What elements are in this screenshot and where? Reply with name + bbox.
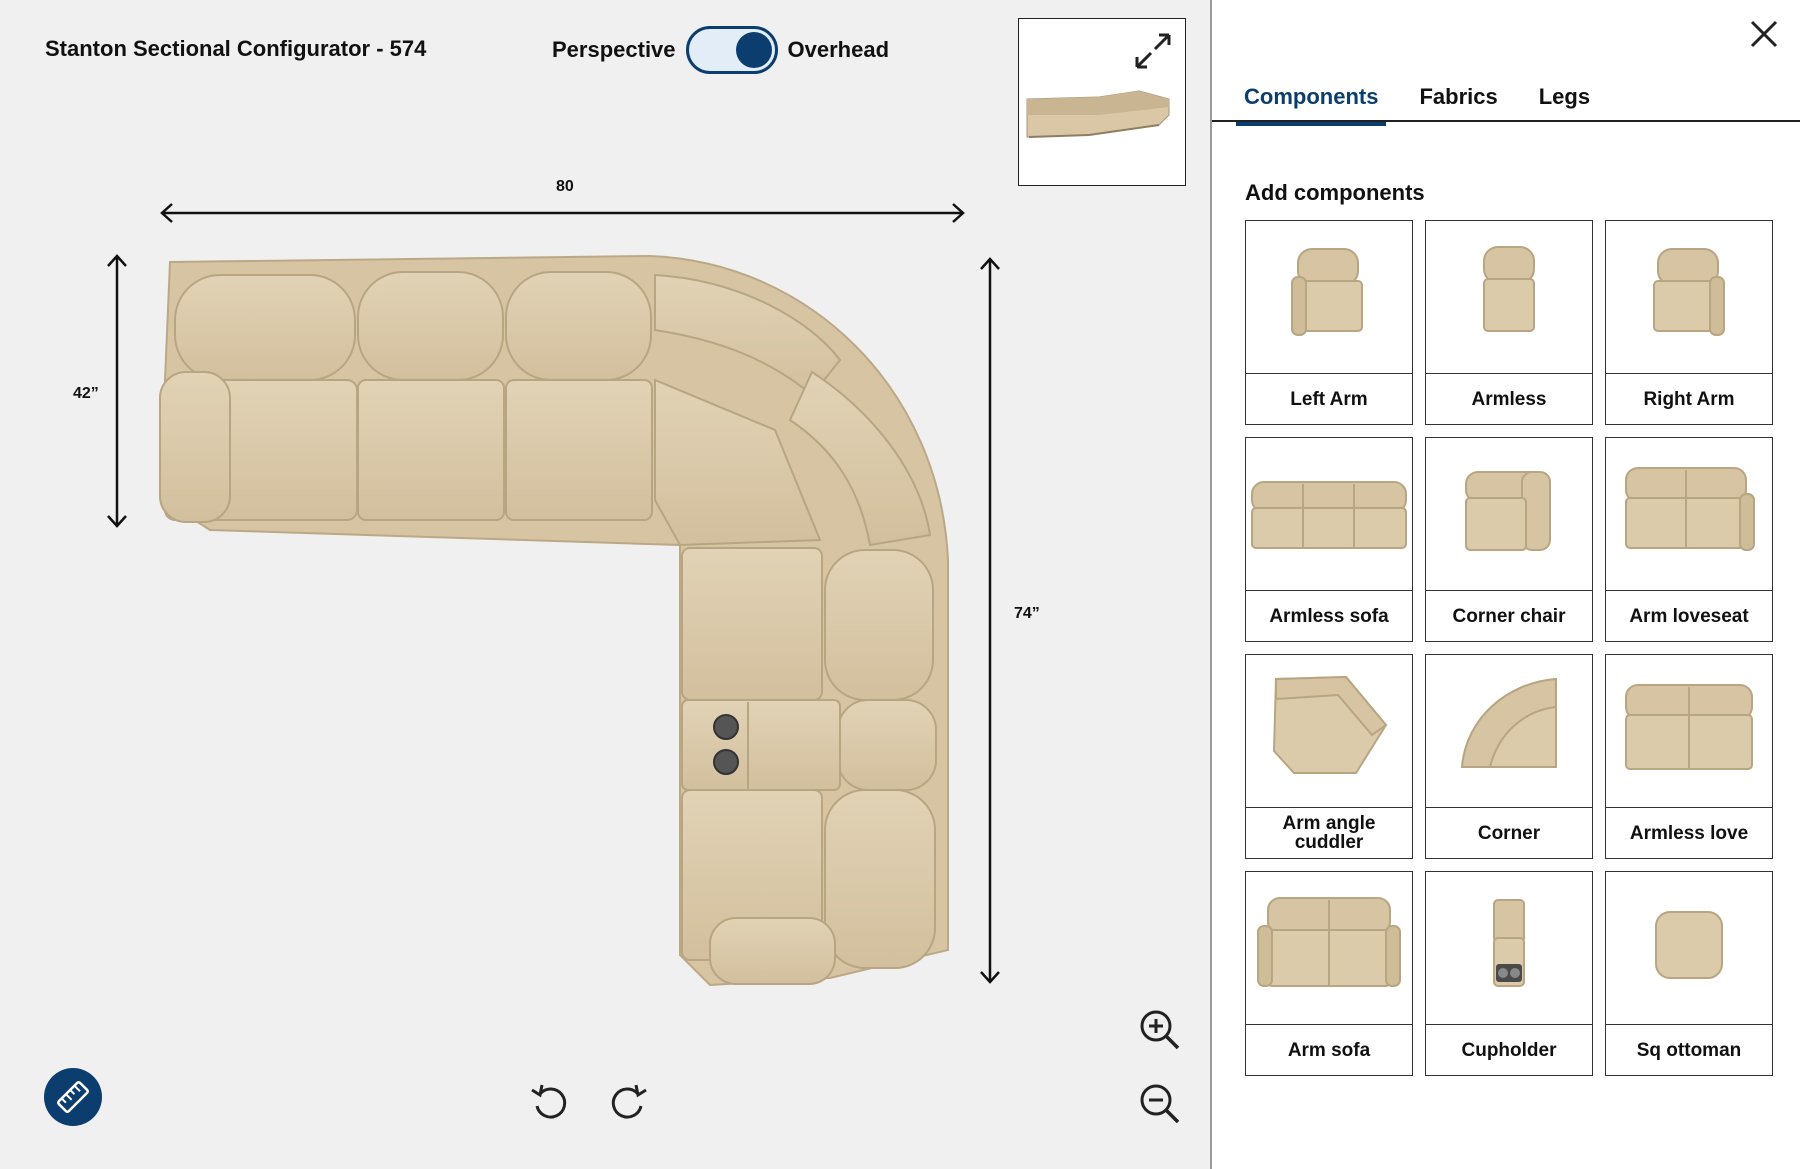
measure-button[interactable] [44,1068,102,1126]
rotate-ccw-icon[interactable] [528,1080,572,1124]
component-label: Corner chair [1452,605,1566,627]
component-card-right-arm[interactable]: Right Arm [1605,220,1773,425]
component-grid: Left Arm Armless Right Arm Armless sofa … [1245,220,1773,1076]
component-card-corner-chair[interactable]: Corner chair [1425,437,1593,642]
component-image [1246,872,1412,1025]
component-label: Arm angle cuddler [1282,813,1376,853]
section-title: Add components [1245,180,1425,205]
component-card-arm-loveseat[interactable]: Arm loveseat [1605,437,1773,642]
component-image [1606,221,1772,374]
component-label: Cupholder [1461,1039,1557,1061]
component-card-armless-love[interactable]: Armless love [1605,654,1773,859]
component-label: Left Arm [1290,388,1368,410]
component-label: Arm sofa [1287,1039,1371,1061]
component-label: Armless [1471,388,1547,410]
component-card-sq-ottoman[interactable]: Sq ottoman [1605,871,1773,1076]
component-image [1606,872,1772,1025]
component-image [1426,438,1592,591]
component-image [1426,221,1592,374]
component-card-left-arm[interactable]: Left Arm [1245,220,1413,425]
component-card-armless[interactable]: Armless [1425,220,1593,425]
component-image [1426,872,1592,1025]
component-label: Sq ottoman [1636,1039,1742,1061]
zoom-in-icon[interactable] [1138,1008,1182,1052]
component-label: Armless sofa [1269,605,1389,627]
component-image [1246,221,1412,374]
component-card-cupholder[interactable]: Cupholder [1425,871,1593,1076]
ruler-icon [57,1081,89,1113]
configurator-canvas: Stanton Sectional Configurator - 574 Per… [0,0,1210,1169]
component-image [1606,655,1772,808]
components-panel: Components Fabrics Legs Add components L… [1210,0,1800,1169]
component-image [1246,438,1412,591]
tab-divider [1212,120,1800,122]
component-label: Corner [1477,822,1541,844]
component-label: Arm loveseat [1629,605,1749,627]
rotate-cw-icon[interactable] [606,1080,650,1124]
component-image [1606,438,1772,591]
component-card-armless-sofa[interactable]: Armless sofa [1245,437,1413,642]
component-image [1426,655,1592,808]
component-card-arm-sofa[interactable]: Arm sofa [1245,871,1413,1076]
component-card-arm-angle-cuddler[interactable]: Arm angle cuddler [1245,654,1413,859]
component-image [1246,655,1412,808]
component-label: Armless love [1629,822,1749,844]
component-label: Right Arm [1643,388,1735,410]
close-icon[interactable] [1746,16,1782,52]
component-card-corner[interactable]: Corner [1425,654,1593,859]
sectional-overhead-view[interactable] [0,0,1210,1169]
zoom-out-icon[interactable] [1138,1082,1182,1126]
